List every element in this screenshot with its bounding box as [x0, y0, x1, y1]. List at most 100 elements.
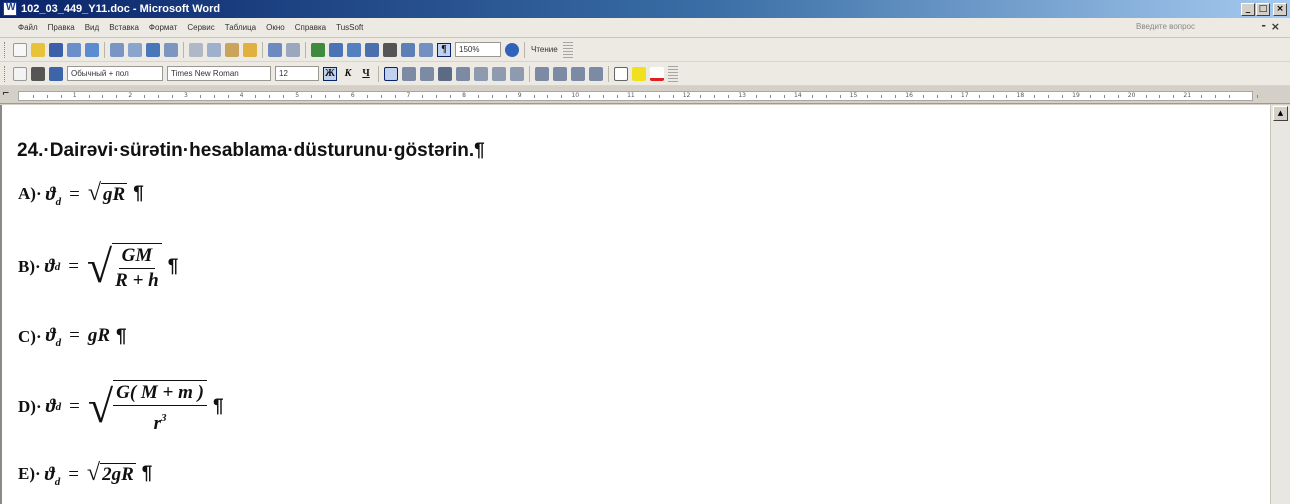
variable: ϑ [45, 396, 56, 417]
columns-icon[interactable] [383, 42, 397, 57]
ruler-tick [394, 95, 396, 98]
italic-button[interactable]: К [341, 67, 355, 81]
line-spacing-icon[interactable] [456, 66, 470, 81]
menu-window[interactable]: Окно [261, 23, 290, 32]
paste-icon[interactable] [225, 42, 239, 57]
ask-question-box[interactable]: Введите вопрос [1136, 22, 1256, 34]
glasses-icon[interactable] [31, 66, 45, 81]
subscript: d [55, 337, 62, 349]
underline-button[interactable]: Ч [359, 67, 373, 81]
undo-icon[interactable] [268, 42, 282, 57]
subscript-icon[interactable] [492, 66, 506, 81]
copy-icon[interactable] [207, 42, 221, 57]
superscript-icon[interactable] [510, 66, 524, 81]
menu-tussoft[interactable]: TusSoft [331, 23, 368, 32]
hyperlink-icon[interactable] [311, 42, 325, 57]
toolbar-options-icon[interactable] [562, 41, 573, 58]
align-center-icon[interactable] [402, 66, 416, 81]
toolbar-grip[interactable] [4, 65, 7, 82]
format-painter-icon[interactable] [243, 42, 257, 57]
font-select[interactable]: Times New Roman [167, 66, 271, 81]
align-right-icon[interactable] [420, 66, 434, 81]
print-preview-icon[interactable] [128, 42, 142, 57]
highlight-icon[interactable] [632, 66, 646, 81]
ruler-tick [1103, 95, 1105, 98]
ruler-number: 1 [72, 92, 77, 99]
insert-excel-icon[interactable] [365, 42, 379, 57]
scroll-up-arrow-icon[interactable]: ▲ [1273, 106, 1288, 121]
justify-icon[interactable] [438, 66, 452, 81]
minimize-button[interactable]: _ [1241, 2, 1255, 16]
menu-file[interactable]: Файл [0, 23, 43, 32]
zoom-select[interactable]: 150% [455, 42, 501, 57]
menu-edit[interactable]: Правка [43, 23, 80, 32]
tables-borders-icon[interactable] [329, 42, 343, 57]
ruler-tick [1228, 95, 1230, 98]
read-mode-button[interactable]: Чтение [531, 45, 558, 54]
ruler-tick [1145, 95, 1147, 98]
document-map-icon[interactable] [419, 42, 433, 57]
font-size-select[interactable]: 12 [275, 66, 319, 81]
decrease-indent-icon[interactable] [571, 66, 585, 81]
ruler-tick [477, 95, 479, 98]
doc-close-button[interactable]: × [1271, 20, 1280, 33]
menu-format[interactable]: Формат [144, 23, 182, 32]
numbering-icon[interactable] [535, 66, 549, 81]
email-icon[interactable] [85, 42, 99, 57]
word-app-icon[interactable] [3, 2, 17, 16]
new-icon[interactable] [13, 42, 27, 57]
borders-icon[interactable] [614, 66, 628, 81]
ruler-tick [60, 95, 62, 98]
open-icon[interactable] [31, 42, 45, 57]
cut-icon[interactable] [189, 42, 203, 57]
help-icon[interactable] [505, 42, 519, 57]
style-select[interactable]: Обычный + пол [67, 66, 163, 81]
spelling-icon[interactable] [146, 42, 160, 57]
menu-table[interactable]: Таблица [220, 23, 261, 32]
ruler-tick [1173, 95, 1175, 98]
ruler-number: 5 [295, 92, 300, 99]
permission-icon[interactable] [67, 42, 81, 57]
bullets-icon[interactable] [553, 66, 567, 81]
drawing-icon[interactable] [401, 42, 415, 57]
vertical-scrollbar[interactable] [1270, 105, 1290, 504]
ruler-tick [171, 95, 173, 98]
equation-icon[interactable] [474, 66, 488, 81]
ruler-tick [950, 95, 952, 98]
toolbar-separator [608, 65, 609, 82]
increase-indent-icon[interactable] [589, 66, 603, 81]
formula: ϑ d = √ G( M + m ) r3 [46, 378, 207, 436]
close-button[interactable]: × [1273, 2, 1287, 16]
toolbar-grip[interactable] [4, 41, 7, 58]
ruler-tick [505, 95, 507, 98]
formula: ϑ d = √ GM R + h [45, 241, 162, 293]
font-color-icon[interactable] [650, 66, 664, 81]
ruler-track[interactable]: 1 2 3 4 5 6 7 8 9 10 11 12 13 14 15 16 17 18 19 20 21 [18, 91, 1258, 101]
ruler-tick [255, 95, 257, 98]
ruler-tick [1034, 95, 1036, 98]
styles-icon[interactable] [49, 66, 63, 81]
save-icon[interactable] [49, 42, 63, 57]
bold-button[interactable]: Ж [323, 66, 337, 81]
tab-selector-icon[interactable]: ⌐ [2, 89, 15, 102]
redo-icon[interactable] [286, 42, 300, 57]
ruler-number: 19 [1072, 92, 1080, 99]
menu-insert[interactable]: Вставка [104, 23, 144, 32]
doc-minimize-button[interactable]: - [1261, 19, 1266, 32]
research-icon[interactable] [164, 42, 178, 57]
ruler-number: 12 [682, 92, 691, 99]
option-label: C)· [18, 327, 42, 346]
print-icon[interactable] [110, 42, 124, 57]
page-icon[interactable] [13, 66, 27, 81]
align-left-icon[interactable] [384, 66, 398, 81]
maximize-button[interactable]: □ [1256, 2, 1270, 16]
menu-tools[interactable]: Сервис [182, 23, 219, 32]
ruler-tick [227, 95, 229, 98]
menu-help[interactable]: Справка [290, 23, 331, 32]
horizontal-ruler[interactable]: ⌐ 1 2 3 4 5 6 7 8 9 10 11 12 13 14 15 16 17 18 19 20 21 [0, 87, 1290, 104]
insert-table-icon[interactable] [347, 42, 361, 57]
toolbar-options-icon[interactable] [668, 65, 678, 82]
document-page[interactable] [0, 105, 1270, 504]
show-hide-formatting-icon[interactable]: ¶ [437, 42, 451, 57]
menu-view[interactable]: Вид [80, 23, 104, 32]
